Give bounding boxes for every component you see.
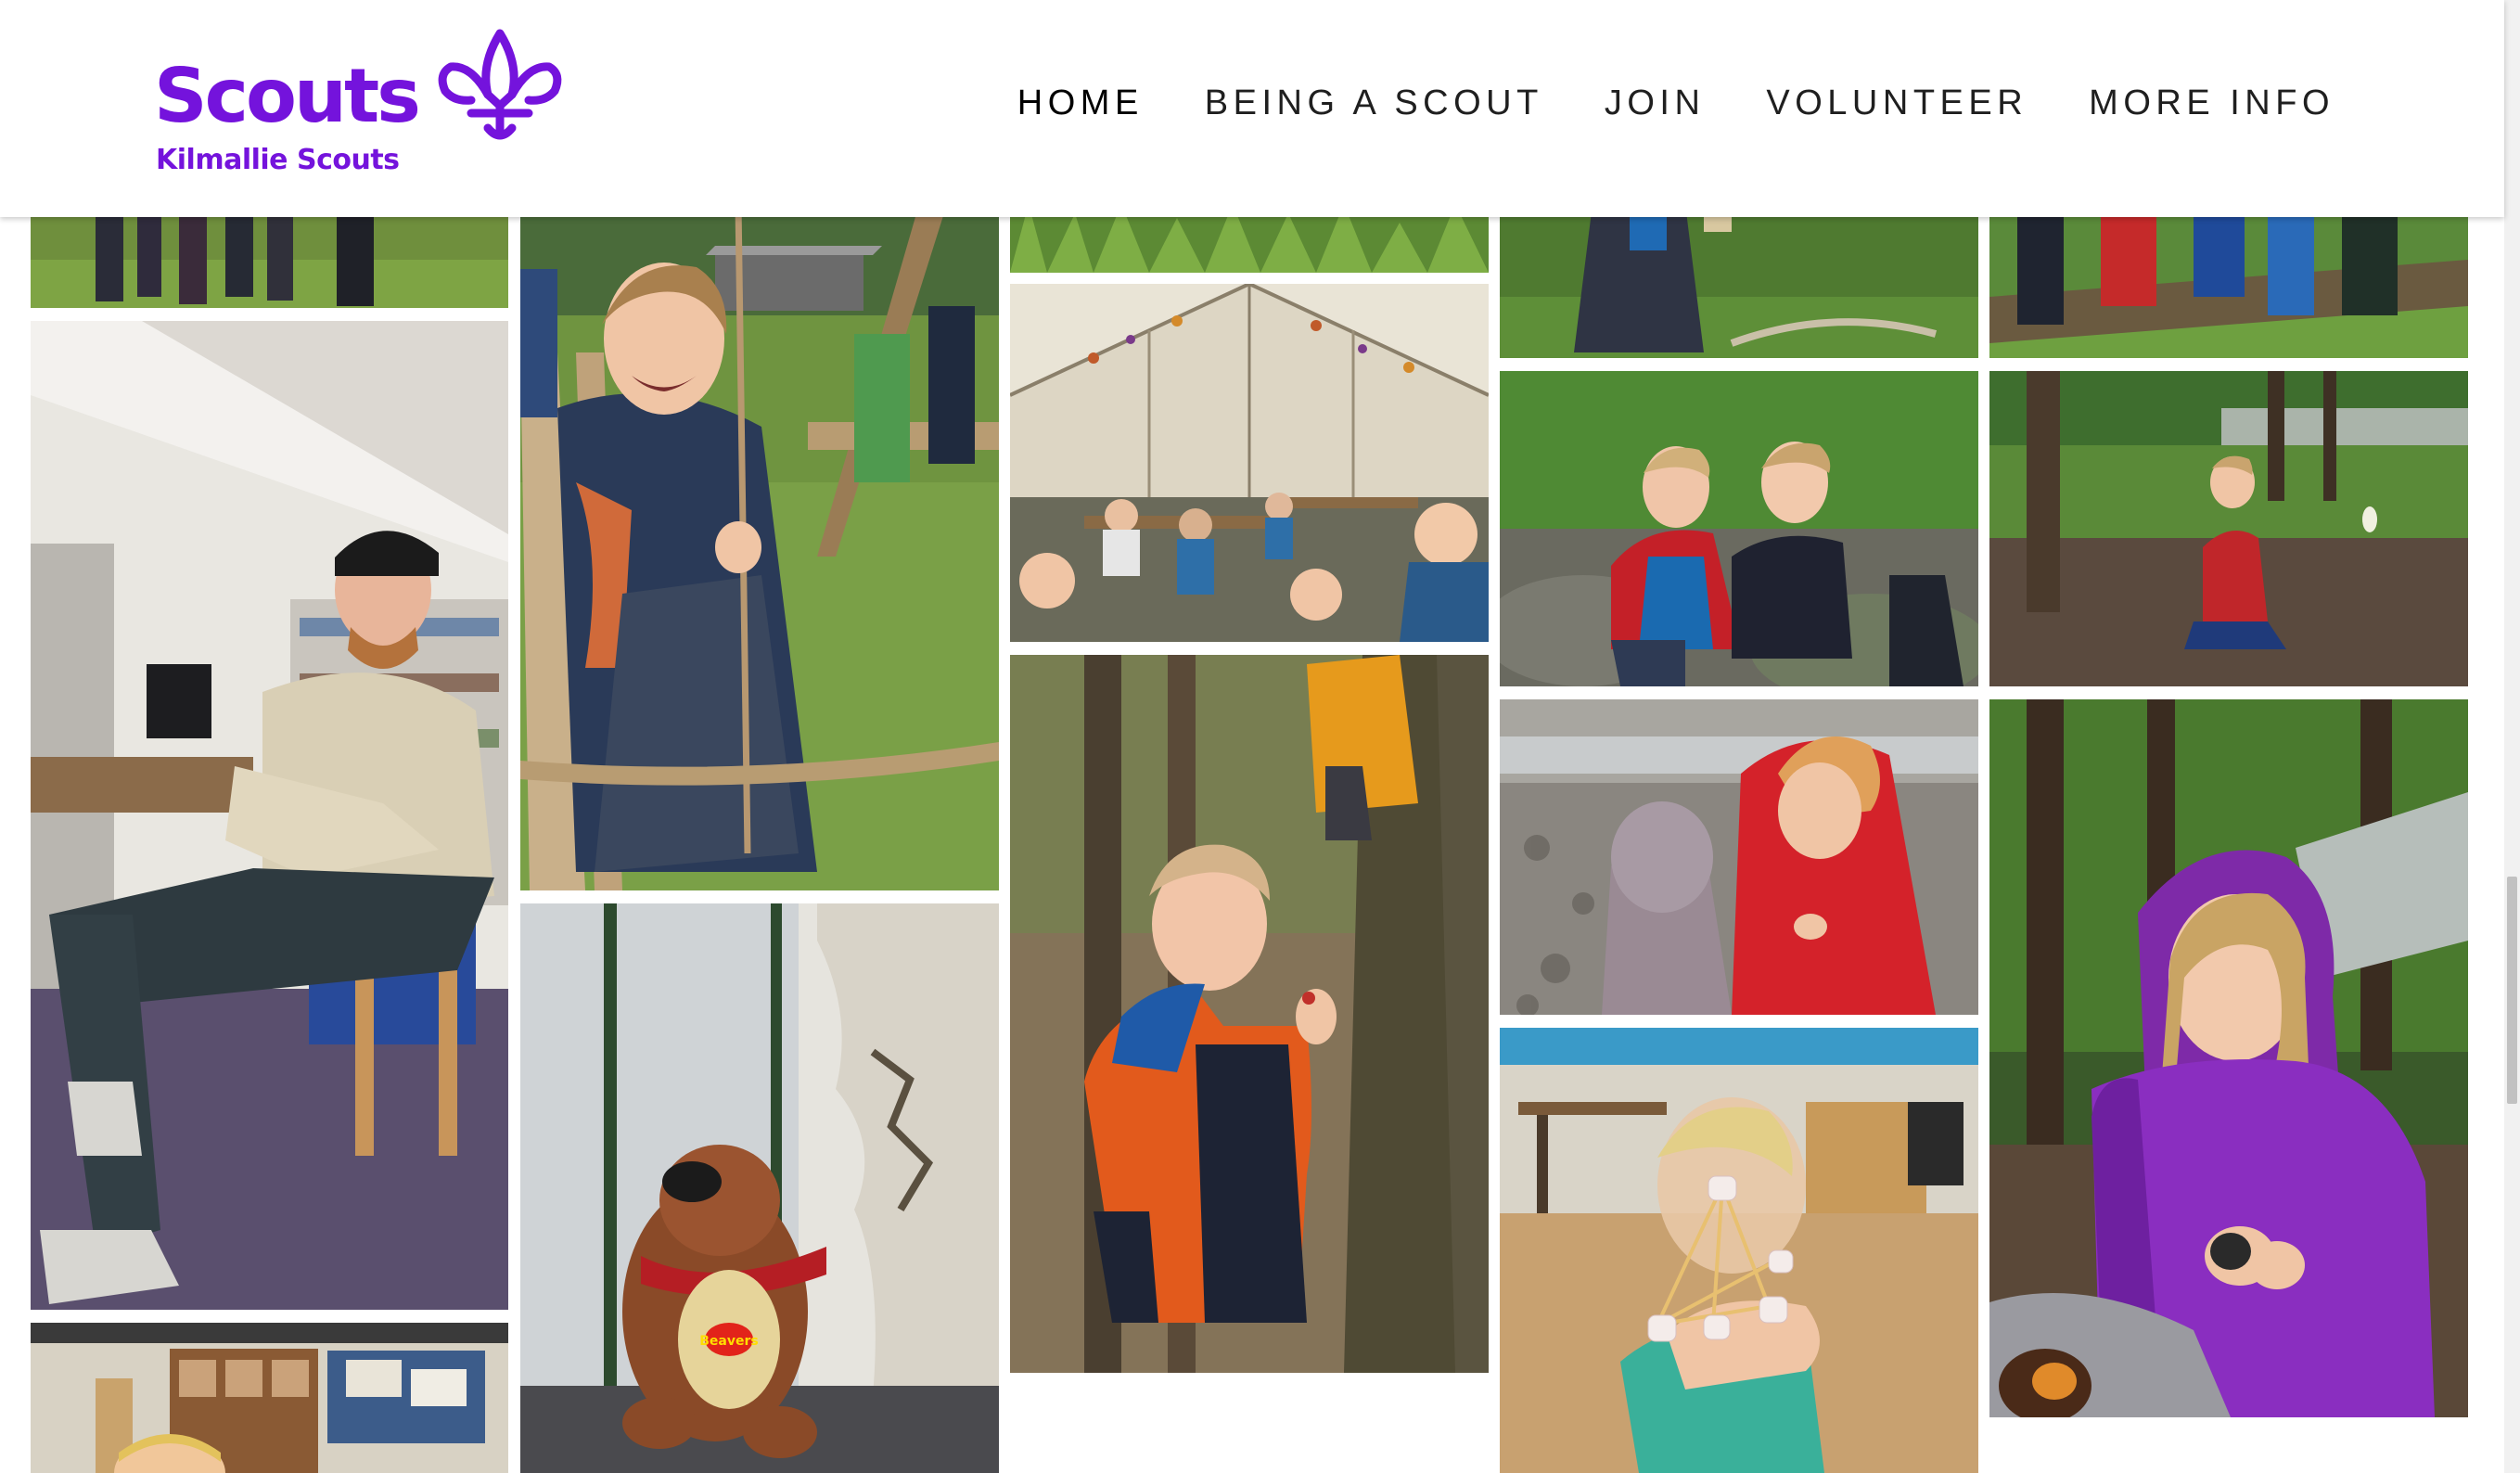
gallery-photo-boys-rocks[interactable] [1500, 371, 1978, 686]
gallery-photo-river-pebbles[interactable] [1500, 699, 1978, 1015]
gallery-photo-riverbank-child[interactable] [1989, 371, 2468, 686]
scouts-logo[interactable]: Scouts Kilmallie Scouts [154, 28, 571, 186]
page-scrollbar[interactable] [2504, 0, 2520, 1473]
logo-wordmark: Scouts [154, 53, 421, 139]
photo-gallery: Beavers [0, 0, 2504, 1473]
gallery-photo-boy-rope-swing[interactable] [520, 204, 999, 890]
gallery-photo-scout-trees[interactable] [1500, 204, 1978, 358]
gallery-photo-leader-library[interactable] [31, 321, 508, 1310]
nav-join[interactable]: JOIN [1605, 83, 1706, 123]
main-navigation: HOME BEING A SCOUT JOIN VOLUNTEER MORE I… [1017, 83, 2335, 123]
logo-subtitle: Kilmallie Scouts [156, 144, 400, 176]
gallery-photo-boy-forest[interactable] [1010, 655, 1489, 1373]
gallery-photo-hall-scout[interactable] [31, 1323, 508, 1473]
gallery-photo-marshmallow-structure[interactable] [1500, 1028, 1978, 1473]
nav-being-a-scout[interactable]: BEING A SCOUT [1205, 83, 1543, 123]
gallery-photo-scouts-log[interactable] [1989, 204, 2468, 358]
gallery-photo-tent-meal[interactable] [1010, 284, 1489, 642]
fleur-de-lis-icon [438, 29, 562, 140]
nav-more-info[interactable]: MORE INFO [2089, 83, 2335, 123]
site-header: Scouts Kilmallie Scouts HOME BEING A SCO… [0, 0, 2504, 217]
teddy-sticker-text: Beavers [699, 1334, 758, 1349]
gallery-photo-teddy-bear[interactable]: Beavers [520, 903, 999, 1473]
gallery-photo-girl-purple-coat[interactable] [1989, 699, 2468, 1417]
nav-volunteer[interactable]: VOLUNTEER [1766, 83, 2028, 123]
gallery-photo-scouts-grass[interactable] [31, 204, 508, 308]
scrollbar-thumb[interactable] [2507, 877, 2517, 1104]
nav-home[interactable]: HOME [1017, 83, 1144, 123]
